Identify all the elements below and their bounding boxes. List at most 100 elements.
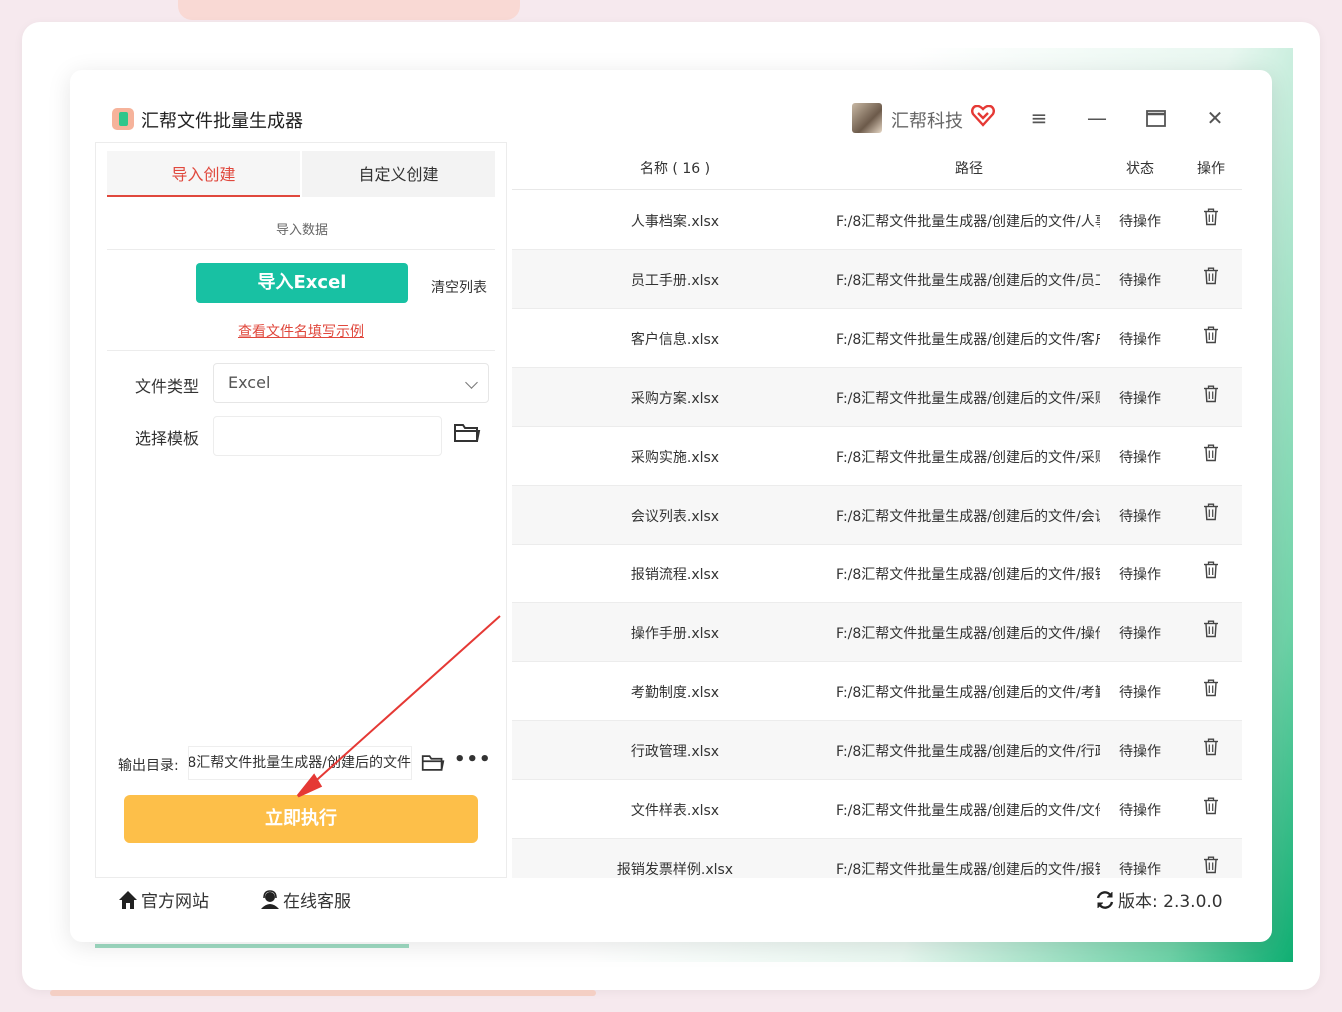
version-label: 版本: 2.3.0.0 — [1118, 892, 1223, 912]
table-row[interactable]: 客户信息.xlsx F:/8汇帮文件批量生成器/创建后的文件/客户信息.xlsx 待… — [512, 309, 1242, 368]
status-cell: 待操作 — [1119, 449, 1161, 466]
file-name-cell: 客户信息.xlsx — [630, 331, 720, 348]
delete-button[interactable] — [1180, 267, 1242, 289]
file-name-cell: 会议列表.xlsx — [630, 508, 720, 525]
status-cell: 待操作 — [1119, 214, 1161, 230]
file-table: 名称 ( 16 ) 路径 状态 操作 人事档案.xlsx F:/8汇帮文件批量生成… — [512, 142, 1242, 878]
menu-icon[interactable]: ≡ — [1027, 106, 1051, 130]
delete-button[interactable] — [1180, 503, 1242, 525]
delete-button[interactable] — [1180, 385, 1242, 407]
refresh-icon[interactable] — [1095, 890, 1115, 910]
delete-button[interactable] — [1180, 444, 1242, 466]
table-row[interactable]: 采购实施.xlsx F:/8汇帮文件批量生成器/创建后的文件/采购实施.xlsx 待… — [512, 427, 1242, 486]
status-cell: 待操作 — [1119, 626, 1161, 643]
table-row[interactable]: 报销流程.xlsx F:/8汇帮文件批量生成器/创建后的文件/报销流程.xlsx 待… — [512, 544, 1242, 604]
trash-icon — [1204, 679, 1218, 697]
column-status: 状态 — [1126, 161, 1154, 177]
delete-button[interactable] — [1180, 208, 1242, 230]
status-cell: 待操作 — [1119, 331, 1161, 348]
file-name-cell: 考勤制度.xlsx — [630, 685, 720, 702]
file-type-select[interactable]: Excel — [213, 363, 489, 403]
tab-import-create[interactable]: 导入创建 — [107, 151, 300, 197]
trash-icon — [1204, 856, 1218, 874]
table-row[interactable]: 行政管理.xlsx F:/8汇帮文件批量生成器/创建后的文件/行政管理.xlsx 待… — [512, 721, 1242, 781]
table-row[interactable]: 会议列表.xlsx F:/8汇帮文件批量生成器/创建后的文件/会议列表.xlsx 待… — [512, 485, 1242, 545]
file-name-cell: 采购实施.xlsx — [630, 449, 720, 466]
status-cell: 待操作 — [1119, 508, 1161, 525]
clear-list-button[interactable]: 清空列表 — [431, 277, 487, 297]
left-panel: 导入创建 自定义创建 导入数据 导入Excel 清空列表 查看文件名填写示例 文… — [95, 142, 507, 878]
delete-button[interactable] — [1180, 856, 1242, 878]
tab-bar: 导入创建 自定义创建 — [107, 151, 495, 197]
table-row[interactable]: 报销发票样例.xlsx F:/8汇帮文件批量生成器/创建后的文件/报销发票样例.x… — [512, 838, 1242, 878]
table-row[interactable]: 员工手册.xlsx F:/8汇帮文件批量生成器/创建后的文件/员工手册.xlsx 待… — [512, 249, 1242, 309]
file-name-cell: 操作手册.xlsx — [630, 626, 720, 643]
version-info: 版本: 2.3.0.0 — [1095, 887, 1223, 912]
file-name-cell: 人事档案.xlsx — [630, 214, 720, 230]
table-header: 名称 ( 16 ) 路径 状态 操作 — [512, 142, 1242, 190]
file-path-cell: F:/8汇帮文件批量生成器/创建后的文件/采购方案.xlsx — [836, 390, 1100, 407]
file-name-cell: 采购方案.xlsx — [630, 390, 720, 407]
file-name-cell: 报销流程.xlsx — [630, 567, 720, 584]
table-row[interactable]: 人事档案.xlsx F:/8汇帮文件批量生成器/创建后的文件/人事档案.xlsx 待… — [512, 191, 1242, 250]
online-service-link[interactable]: 在线客服 — [260, 887, 351, 912]
template-input[interactable] — [213, 416, 442, 456]
status-cell: 待操作 — [1119, 390, 1161, 407]
vip-heart-icon[interactable] — [971, 105, 995, 127]
trash-icon — [1204, 561, 1218, 579]
file-path-cell: F:/8汇帮文件批量生成器/创建后的文件/采购实施.xlsx — [836, 449, 1100, 466]
trash-icon — [1204, 385, 1218, 402]
table-row[interactable]: 考勤制度.xlsx F:/8汇帮文件批量生成器/创建后的文件/考勤制度.xlsx 待… — [512, 662, 1242, 722]
trash-icon — [1204, 444, 1218, 461]
more-options-icon[interactable]: ••• — [454, 749, 492, 770]
run-now-button[interactable]: 立即执行 — [124, 795, 478, 843]
table-row[interactable]: 操作手册.xlsx F:/8汇帮文件批量生成器/创建后的文件/操作手册.xlsx 待… — [512, 603, 1242, 663]
delete-button[interactable] — [1180, 561, 1242, 583]
status-cell: 待操作 — [1119, 861, 1161, 878]
online-service-label: 在线客服 — [283, 892, 351, 912]
output-folder-icon[interactable] — [421, 752, 445, 774]
trash-icon — [1204, 620, 1218, 638]
avatar[interactable] — [852, 103, 882, 133]
import-excel-button[interactable]: 导入Excel — [196, 263, 408, 303]
file-path-cell: F:/8汇帮文件批量生成器/创建后的文件/员工手册.xlsx — [836, 272, 1100, 289]
delete-button[interactable] — [1180, 738, 1242, 760]
output-dir-field[interactable]: F:/8汇帮文件批量生成器/创建后的文件 — [188, 746, 412, 780]
trash-icon — [1204, 267, 1218, 285]
status-cell: 待操作 — [1119, 744, 1161, 761]
background-decoration — [50, 990, 596, 996]
template-label: 选择模板 — [135, 429, 200, 448]
status-cell: 待操作 — [1119, 685, 1161, 702]
status-cell: 待操作 — [1119, 272, 1161, 289]
folder-icon[interactable] — [453, 421, 481, 445]
column-path: 路径 — [955, 161, 983, 177]
delete-button[interactable] — [1180, 620, 1242, 642]
file-name-cell: 报销发票样例.xlsx — [616, 861, 734, 878]
official-website-label: 官方网站 — [141, 892, 209, 912]
file-path-cell: F:/8汇帮文件批量生成器/创建后的文件/报销流程.xlsx — [836, 567, 1100, 584]
tab-custom-create[interactable]: 自定义创建 — [302, 151, 495, 197]
file-path-cell: F:/8汇帮文件批量生成器/创建后的文件/文件样表.xlsx — [836, 803, 1100, 819]
official-website-link[interactable]: 官方网站 — [118, 887, 209, 912]
close-icon[interactable]: ✕ — [1203, 106, 1227, 130]
customer-service-icon — [261, 890, 279, 909]
delete-button[interactable] — [1180, 679, 1242, 701]
file-path-cell: F:/8汇帮文件批量生成器/创建后的文件/行政管理.xlsx — [836, 744, 1100, 761]
trash-icon — [1204, 503, 1218, 520]
trash-icon — [1204, 208, 1218, 226]
minimize-icon[interactable]: — — [1085, 106, 1109, 130]
file-path-cell: F:/8汇帮文件批量生成器/创建后的文件/客户信息.xlsx — [836, 331, 1100, 348]
delete-button[interactable] — [1180, 797, 1242, 819]
filename-example-link[interactable]: 查看文件名填写示例 — [96, 321, 506, 341]
delete-button[interactable] — [1180, 326, 1242, 348]
table-row[interactable]: 文件样表.xlsx F:/8汇帮文件批量生成器/创建后的文件/文件样表.xlsx 待… — [512, 780, 1242, 839]
table-row[interactable]: 采购方案.xlsx F:/8汇帮文件批量生成器/创建后的文件/采购方案.xlsx 待… — [512, 367, 1242, 427]
file-path-cell: F:/8汇帮文件批量生成器/创建后的文件/会议列表.xlsx — [836, 508, 1100, 525]
file-path-cell: F:/8汇帮文件批量生成器/创建后的文件/操作手册.xlsx — [836, 626, 1100, 643]
divider — [107, 350, 495, 351]
maximize-icon[interactable] — [1144, 106, 1168, 130]
brand-name[interactable]: 汇帮科技 — [891, 107, 963, 133]
background-decoration — [178, 0, 520, 20]
file-path-cell: F:/8汇帮文件批量生成器/创建后的文件/人事档案.xlsx — [836, 214, 1100, 230]
app-logo-icon — [112, 108, 134, 130]
